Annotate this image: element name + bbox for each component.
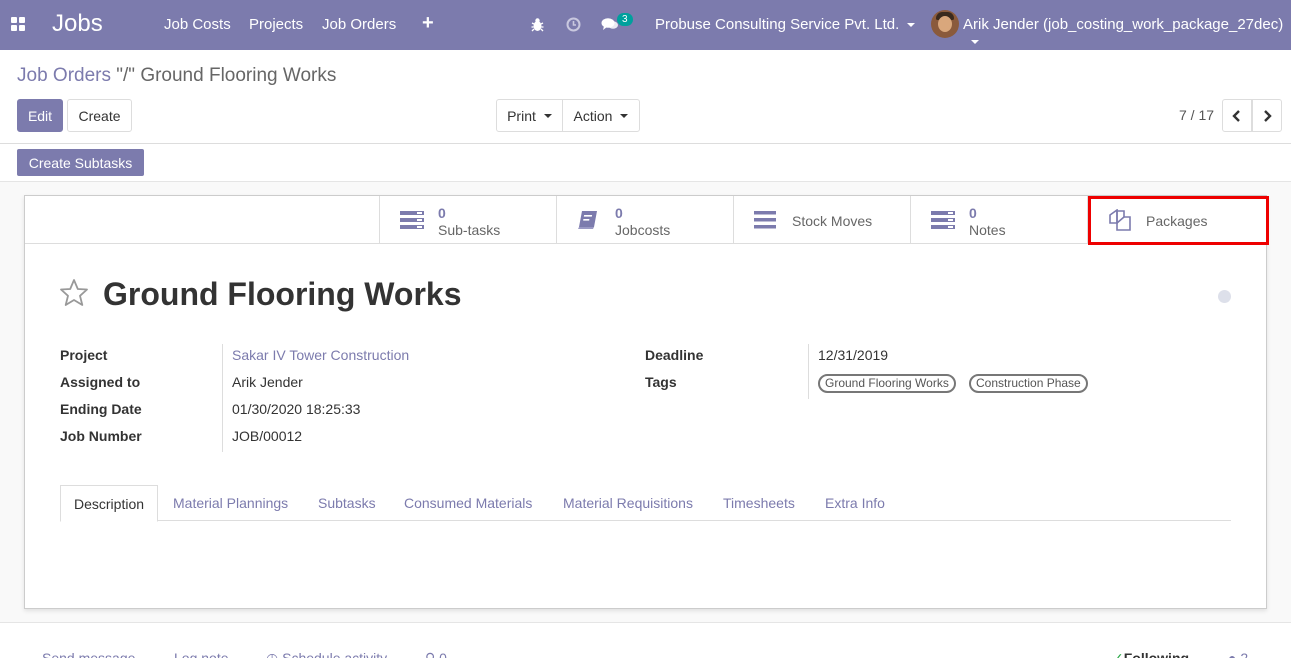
create-button[interactable]: Create [67, 99, 132, 132]
record-title[interactable]: Ground Flooring Works [103, 276, 462, 313]
check-icon: ✓ [1112, 650, 1124, 658]
create-subtasks-button[interactable]: Create Subtasks [17, 149, 144, 176]
print-label: Print [507, 107, 536, 124]
assigned-to-label: Assigned to [60, 374, 141, 390]
print-dropdown[interactable]: Print [496, 99, 563, 132]
pager-next-button[interactable] [1252, 99, 1282, 132]
ending-date-label: Ending Date [60, 401, 142, 417]
action-dropdown[interactable]: Action [562, 99, 640, 132]
divider [808, 344, 809, 399]
clock-icon: ◷ [266, 650, 283, 658]
list-icon [931, 211, 955, 229]
chevron-down-icon [907, 23, 916, 28]
breadcrumb-current: Ground Flooring Works [140, 65, 337, 86]
notebook-tabs: Description Material Plannings Subtasks … [60, 485, 1231, 522]
breadcrumb-separator: "/" [110, 65, 141, 86]
stock-moves-smart-button[interactable]: Stock Moves [733, 196, 910, 244]
breadcrumb: Job Orders "/" Ground Flooring Works [17, 65, 336, 87]
top-navbar: Jobs Job Costs Projects Job Orders + 3 P… [0, 0, 1291, 50]
divider [25, 243, 1266, 244]
breadcrumb-parent[interactable]: Job Orders [17, 65, 111, 86]
chevron-down-icon [971, 40, 979, 45]
chevron-down-icon [543, 113, 552, 118]
tab-material-requisitions[interactable]: Material Requisitions [563, 485, 693, 521]
schedule-activity-button[interactable]: ◷ Schedule activity [266, 650, 387, 658]
notes-smart-button[interactable]: 0 Notes [910, 196, 1087, 244]
avatar[interactable] [931, 10, 959, 38]
company-switcher[interactable]: Probuse Consulting Service Pvt. Ltd. [655, 16, 916, 33]
tab-description[interactable]: Description [60, 485, 159, 522]
tab-consumed-materials[interactable]: Consumed Materials [404, 485, 532, 521]
deadline-field[interactable]: 12/31/2019 [818, 347, 888, 363]
tab-material-plannings[interactable]: Material Plannings [173, 485, 288, 521]
deadline-label: Deadline [645, 347, 704, 363]
user-name: Arik Jender (job_costing_work_package_27… [963, 16, 1284, 33]
star-icon[interactable] [59, 278, 89, 308]
user-icon: ● [1228, 650, 1241, 658]
chevron-right-icon [1264, 109, 1272, 122]
tag-badge[interactable]: Ground Flooring Works [818, 374, 956, 393]
pager-previous-button[interactable] [1222, 99, 1252, 132]
subtasks-label: Sub-tasks [438, 222, 501, 238]
following-label: Following [1123, 650, 1190, 658]
subtasks-count: 0 [438, 205, 446, 221]
attachment-count: 0 [439, 650, 447, 658]
tab-extra-info[interactable]: Extra Info [825, 485, 885, 521]
kanban-state-icon[interactable] [1218, 290, 1231, 303]
message-count-badge: 3 [617, 13, 633, 26]
following-button[interactable]: ✓Following [1112, 650, 1189, 658]
apps-menu-icon[interactable] [11, 17, 25, 31]
job-number-field[interactable]: JOB/00012 [232, 428, 302, 444]
user-menu[interactable]: Arik Jender (job_costing_work_package_27… [963, 16, 1291, 50]
assigned-to-field[interactable]: Arik Jender [232, 374, 303, 390]
menu-job-costs[interactable]: Job Costs [164, 16, 231, 33]
jobcosts-label: Jobcosts [615, 222, 671, 238]
packages-highlight-box [1088, 196, 1269, 245]
stock-moves-label: Stock Moves [792, 213, 873, 229]
tab-timesheets[interactable]: Timesheets [723, 485, 795, 521]
tab-subtasks[interactable]: Subtasks [318, 485, 376, 521]
notes-label: Notes [969, 222, 1006, 238]
log-note-button[interactable]: Log note [174, 650, 229, 658]
clock-icon[interactable] [566, 17, 581, 32]
book-icon [578, 211, 597, 229]
action-label: Action [573, 107, 613, 124]
chevron-left-icon [1232, 109, 1240, 122]
bars-icon [754, 211, 776, 229]
menu-projects[interactable]: Projects [249, 16, 303, 33]
list-icon [400, 211, 424, 229]
divider [0, 622, 1291, 623]
jobcosts-count: 0 [615, 205, 623, 221]
form-sheet: 0 Sub-tasks 0 Jobcosts Stock Moves 0 Not… [24, 195, 1267, 609]
bug-icon[interactable] [531, 17, 544, 32]
subtasks-smart-button[interactable]: 0 Sub-tasks [379, 196, 556, 244]
divider [0, 143, 1291, 144]
tag-badge[interactable]: Construction Phase [969, 374, 1088, 393]
schedule-activity-label: Schedule activity [282, 650, 388, 658]
job-number-label: Job Number [60, 428, 142, 444]
paperclip-icon: ⚲ [425, 650, 440, 658]
project-label: Project [60, 347, 108, 363]
ending-date-field[interactable]: 01/30/2020 18:25:33 [232, 401, 360, 417]
notes-count: 0 [969, 205, 977, 221]
edit-button[interactable]: Edit [17, 99, 63, 132]
followers-button[interactable]: ● 2 [1228, 650, 1248, 658]
followers-count: 2 [1240, 650, 1249, 658]
attachment-button[interactable]: ⚲ 0 [425, 650, 447, 658]
chevron-down-icon [620, 113, 629, 118]
quick-create-icon[interactable]: + [422, 12, 434, 35]
app-brand[interactable]: Jobs [52, 10, 103, 38]
divider [222, 344, 223, 452]
tags-label: Tags [645, 374, 677, 390]
send-message-button[interactable]: Send message [42, 650, 135, 658]
jobcosts-smart-button[interactable]: 0 Jobcosts [556, 196, 733, 244]
menu-job-orders[interactable]: Job Orders [322, 16, 396, 33]
project-field[interactable]: Sakar IV Tower Construction [232, 347, 409, 363]
pager-value[interactable]: 7 / 17 [1179, 107, 1214, 123]
company-name: Probuse Consulting Service Pvt. Ltd. [655, 16, 900, 33]
